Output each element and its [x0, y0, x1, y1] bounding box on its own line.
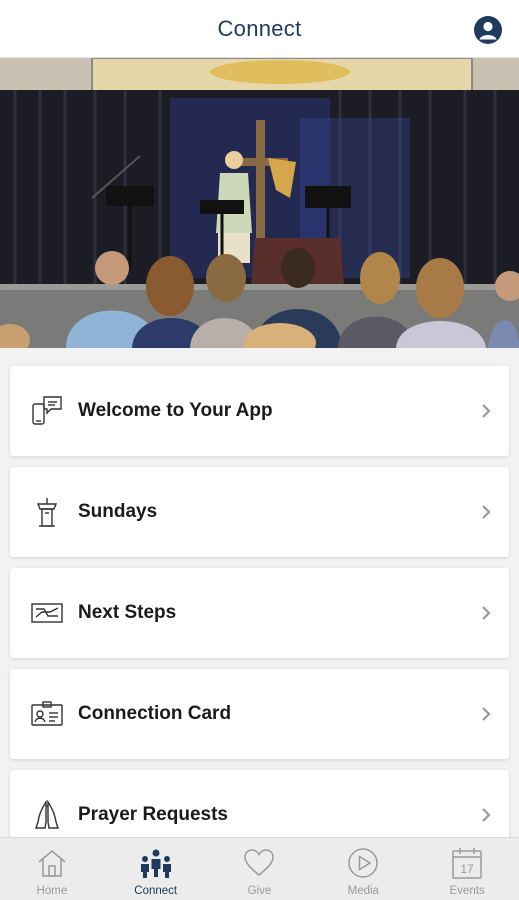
- tab-give[interactable]: Give: [208, 838, 312, 900]
- home-icon: [35, 846, 69, 880]
- calendar-icon: 17: [450, 846, 484, 880]
- menu-item-label: Sundays: [78, 501, 158, 522]
- calendar-day: 17: [460, 862, 474, 876]
- chevron-right-icon: [482, 404, 491, 418]
- chat-phone-icon: [29, 393, 65, 429]
- tab-label: Home: [36, 885, 68, 897]
- menu-item-connection-card[interactable]: Connection Card: [10, 669, 509, 759]
- menu-item-label: Connection Card: [78, 703, 232, 724]
- bottom-tab-bar: Home Connect Give Media 17 Events: [0, 837, 519, 900]
- menu-item-label: Welcome to Your App: [78, 400, 273, 421]
- steps-icon: [29, 595, 65, 631]
- menu-item-sundays[interactable]: Sundays: [10, 467, 509, 557]
- user-profile-icon: [474, 16, 502, 44]
- tab-home[interactable]: Home: [0, 838, 104, 900]
- menu-item-next-steps[interactable]: Next Steps: [10, 568, 509, 658]
- heart-icon: [242, 846, 276, 880]
- id-card-icon: [29, 696, 65, 732]
- play-icon: [346, 846, 380, 880]
- podium-icon: [29, 494, 65, 530]
- chevron-right-icon: [482, 606, 491, 620]
- chevron-right-icon: [482, 808, 491, 822]
- tab-label: Connect: [134, 885, 178, 897]
- profile-button[interactable]: [473, 15, 503, 45]
- tab-label: Media: [347, 885, 379, 897]
- menu-list: Welcome to Your App Sundays Next Steps C…: [10, 366, 509, 871]
- menu-item-label: Next Steps: [78, 602, 177, 623]
- tab-label: Give: [247, 885, 272, 897]
- chevron-right-icon: [482, 505, 491, 519]
- tab-media[interactable]: Media: [311, 838, 415, 900]
- menu-item-welcome[interactable]: Welcome to Your App: [10, 366, 509, 456]
- tab-label: Events: [449, 885, 485, 897]
- chevron-right-icon: [482, 707, 491, 721]
- page-title: Connect: [217, 15, 302, 41]
- praying-hands-icon: [29, 797, 65, 833]
- hero-image: [0, 58, 519, 348]
- tab-events[interactable]: 17 Events: [415, 838, 519, 900]
- people-icon: [139, 846, 173, 880]
- tab-connect[interactable]: Connect: [104, 838, 208, 900]
- menu-item-label: Prayer Requests: [78, 804, 228, 825]
- app-header: Connect: [0, 0, 519, 58]
